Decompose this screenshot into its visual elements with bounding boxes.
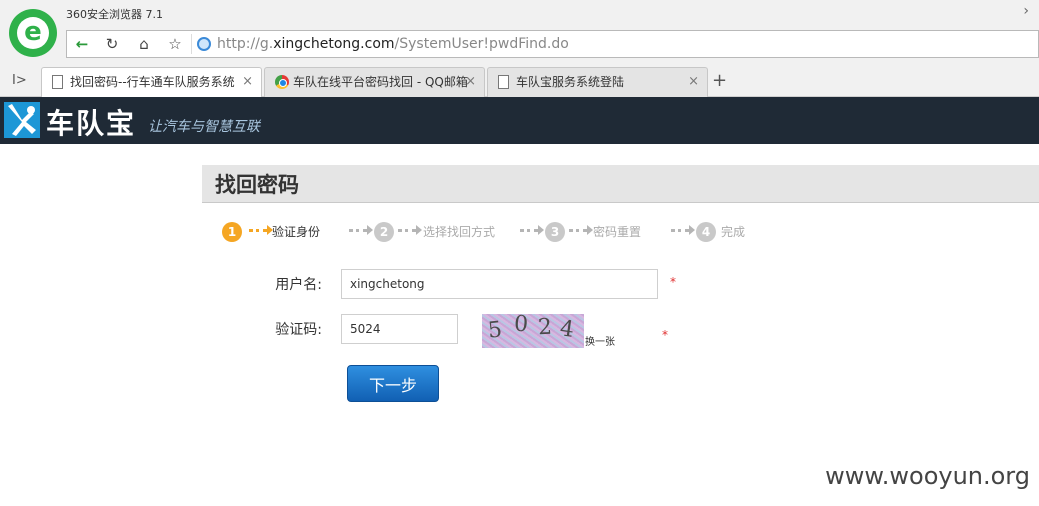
step-4-label: 完成 bbox=[721, 225, 746, 239]
step-2-label: 选择找回方式 bbox=[423, 225, 496, 239]
url-path: /SystemUser!pwdFind.do bbox=[394, 36, 569, 52]
step-1-label: 验证身份 bbox=[272, 225, 321, 239]
step-arrow-icon bbox=[569, 225, 593, 235]
tab-strip: I> 找回密码--行车通车队服务系统 × 车队在线平台密码找回 - QQ邮箱 ×… bbox=[0, 66, 1039, 98]
brand-logo-icon bbox=[4, 102, 40, 138]
required-mark: * bbox=[662, 328, 668, 342]
chevron-right-icon[interactable]: › bbox=[1023, 3, 1029, 19]
step-arrow-icon bbox=[671, 225, 695, 235]
back-arrow-icon[interactable]: ← bbox=[67, 31, 97, 57]
divider bbox=[191, 34, 192, 54]
step-arrow-icon bbox=[349, 225, 373, 235]
page-title: 找回密码 bbox=[215, 173, 299, 197]
star-icon[interactable]: ☆ bbox=[160, 31, 190, 57]
username-label: 用户名: bbox=[275, 277, 322, 293]
address-bar: ← ↻ ⌂ ☆ http://g.xingchetong.com/SystemU… bbox=[66, 30, 1039, 58]
brand-slogan: 让汽车与智慧互联 bbox=[148, 119, 260, 135]
tab-find-password[interactable]: 找回密码--行车通车队服务系统 × bbox=[41, 67, 262, 98]
watermark: www.wooyun.org bbox=[825, 462, 1030, 490]
new-tab-button[interactable]: + bbox=[712, 70, 727, 91]
page-title-bar: 找回密码 bbox=[202, 165, 1039, 203]
next-step-button[interactable]: 下一步 bbox=[347, 365, 439, 402]
close-icon[interactable]: × bbox=[465, 68, 476, 96]
url-prefix: http://g. bbox=[217, 36, 274, 52]
close-icon[interactable]: × bbox=[242, 68, 253, 96]
close-icon[interactable]: × bbox=[688, 68, 699, 96]
step-arrow-icon bbox=[249, 225, 273, 235]
tab-login[interactable]: 车队宝服务系统登陆 × bbox=[487, 67, 708, 97]
captcha-char: 0 bbox=[513, 314, 529, 338]
captcha-image[interactable]: 5 0 2 4 bbox=[482, 314, 584, 348]
progress-steps: 1 验证身份 2 选择找回方式 3 密码重置 4 完成 bbox=[222, 220, 822, 246]
browser-app-title: 360安全浏览器 7.1 bbox=[66, 8, 163, 21]
step-3-label: 密码重置 bbox=[593, 225, 642, 239]
tab-label: 车队宝服务系统登陆 bbox=[516, 75, 625, 89]
site-header: 车队宝 让汽车与智慧互联 bbox=[0, 97, 1039, 144]
globe-icon bbox=[197, 37, 211, 51]
chrome-icon bbox=[275, 75, 289, 89]
refresh-captcha-link[interactable]: 换一张 bbox=[585, 333, 615, 348]
step-arrow-icon bbox=[520, 225, 544, 235]
step-arrow-icon bbox=[398, 225, 422, 235]
tab-label: 车队在线平台密码找回 - QQ邮箱 bbox=[293, 75, 468, 89]
captcha-char: 4 bbox=[558, 316, 576, 343]
page-icon bbox=[52, 75, 63, 89]
captcha-char: 5 bbox=[486, 317, 504, 344]
captcha-input[interactable] bbox=[341, 314, 458, 344]
step-3-number: 3 bbox=[545, 222, 565, 242]
required-mark: * bbox=[670, 275, 676, 289]
captcha-label: 验证码: bbox=[275, 322, 322, 338]
reload-icon[interactable]: ↻ bbox=[97, 31, 127, 57]
url-field[interactable]: http://g.xingchetong.com/SystemUser!pwdF… bbox=[217, 36, 569, 52]
step-2-number: 2 bbox=[374, 222, 394, 242]
home-icon[interactable]: ⌂ bbox=[129, 31, 159, 57]
captcha-char: 2 bbox=[537, 314, 553, 341]
url-host: xingchetong.com bbox=[273, 36, 395, 52]
browser-logo-icon: e bbox=[9, 9, 57, 57]
sidebar-toggle-icon[interactable]: I> bbox=[12, 73, 27, 88]
step-1-number: 1 bbox=[222, 222, 242, 242]
browser-chrome: e 360安全浏览器 7.1 › ← ↻ ⌂ ☆ http://g.xingch… bbox=[0, 0, 1039, 98]
tab-label: 找回密码--行车通车队服务系统 bbox=[70, 75, 235, 89]
tab-qq-mail[interactable]: 车队在线平台密码找回 - QQ邮箱 × bbox=[264, 67, 485, 97]
username-input[interactable] bbox=[341, 269, 658, 299]
step-4-number: 4 bbox=[696, 222, 716, 242]
page-icon bbox=[498, 75, 509, 89]
brand-name: 车队宝 bbox=[46, 107, 137, 140]
